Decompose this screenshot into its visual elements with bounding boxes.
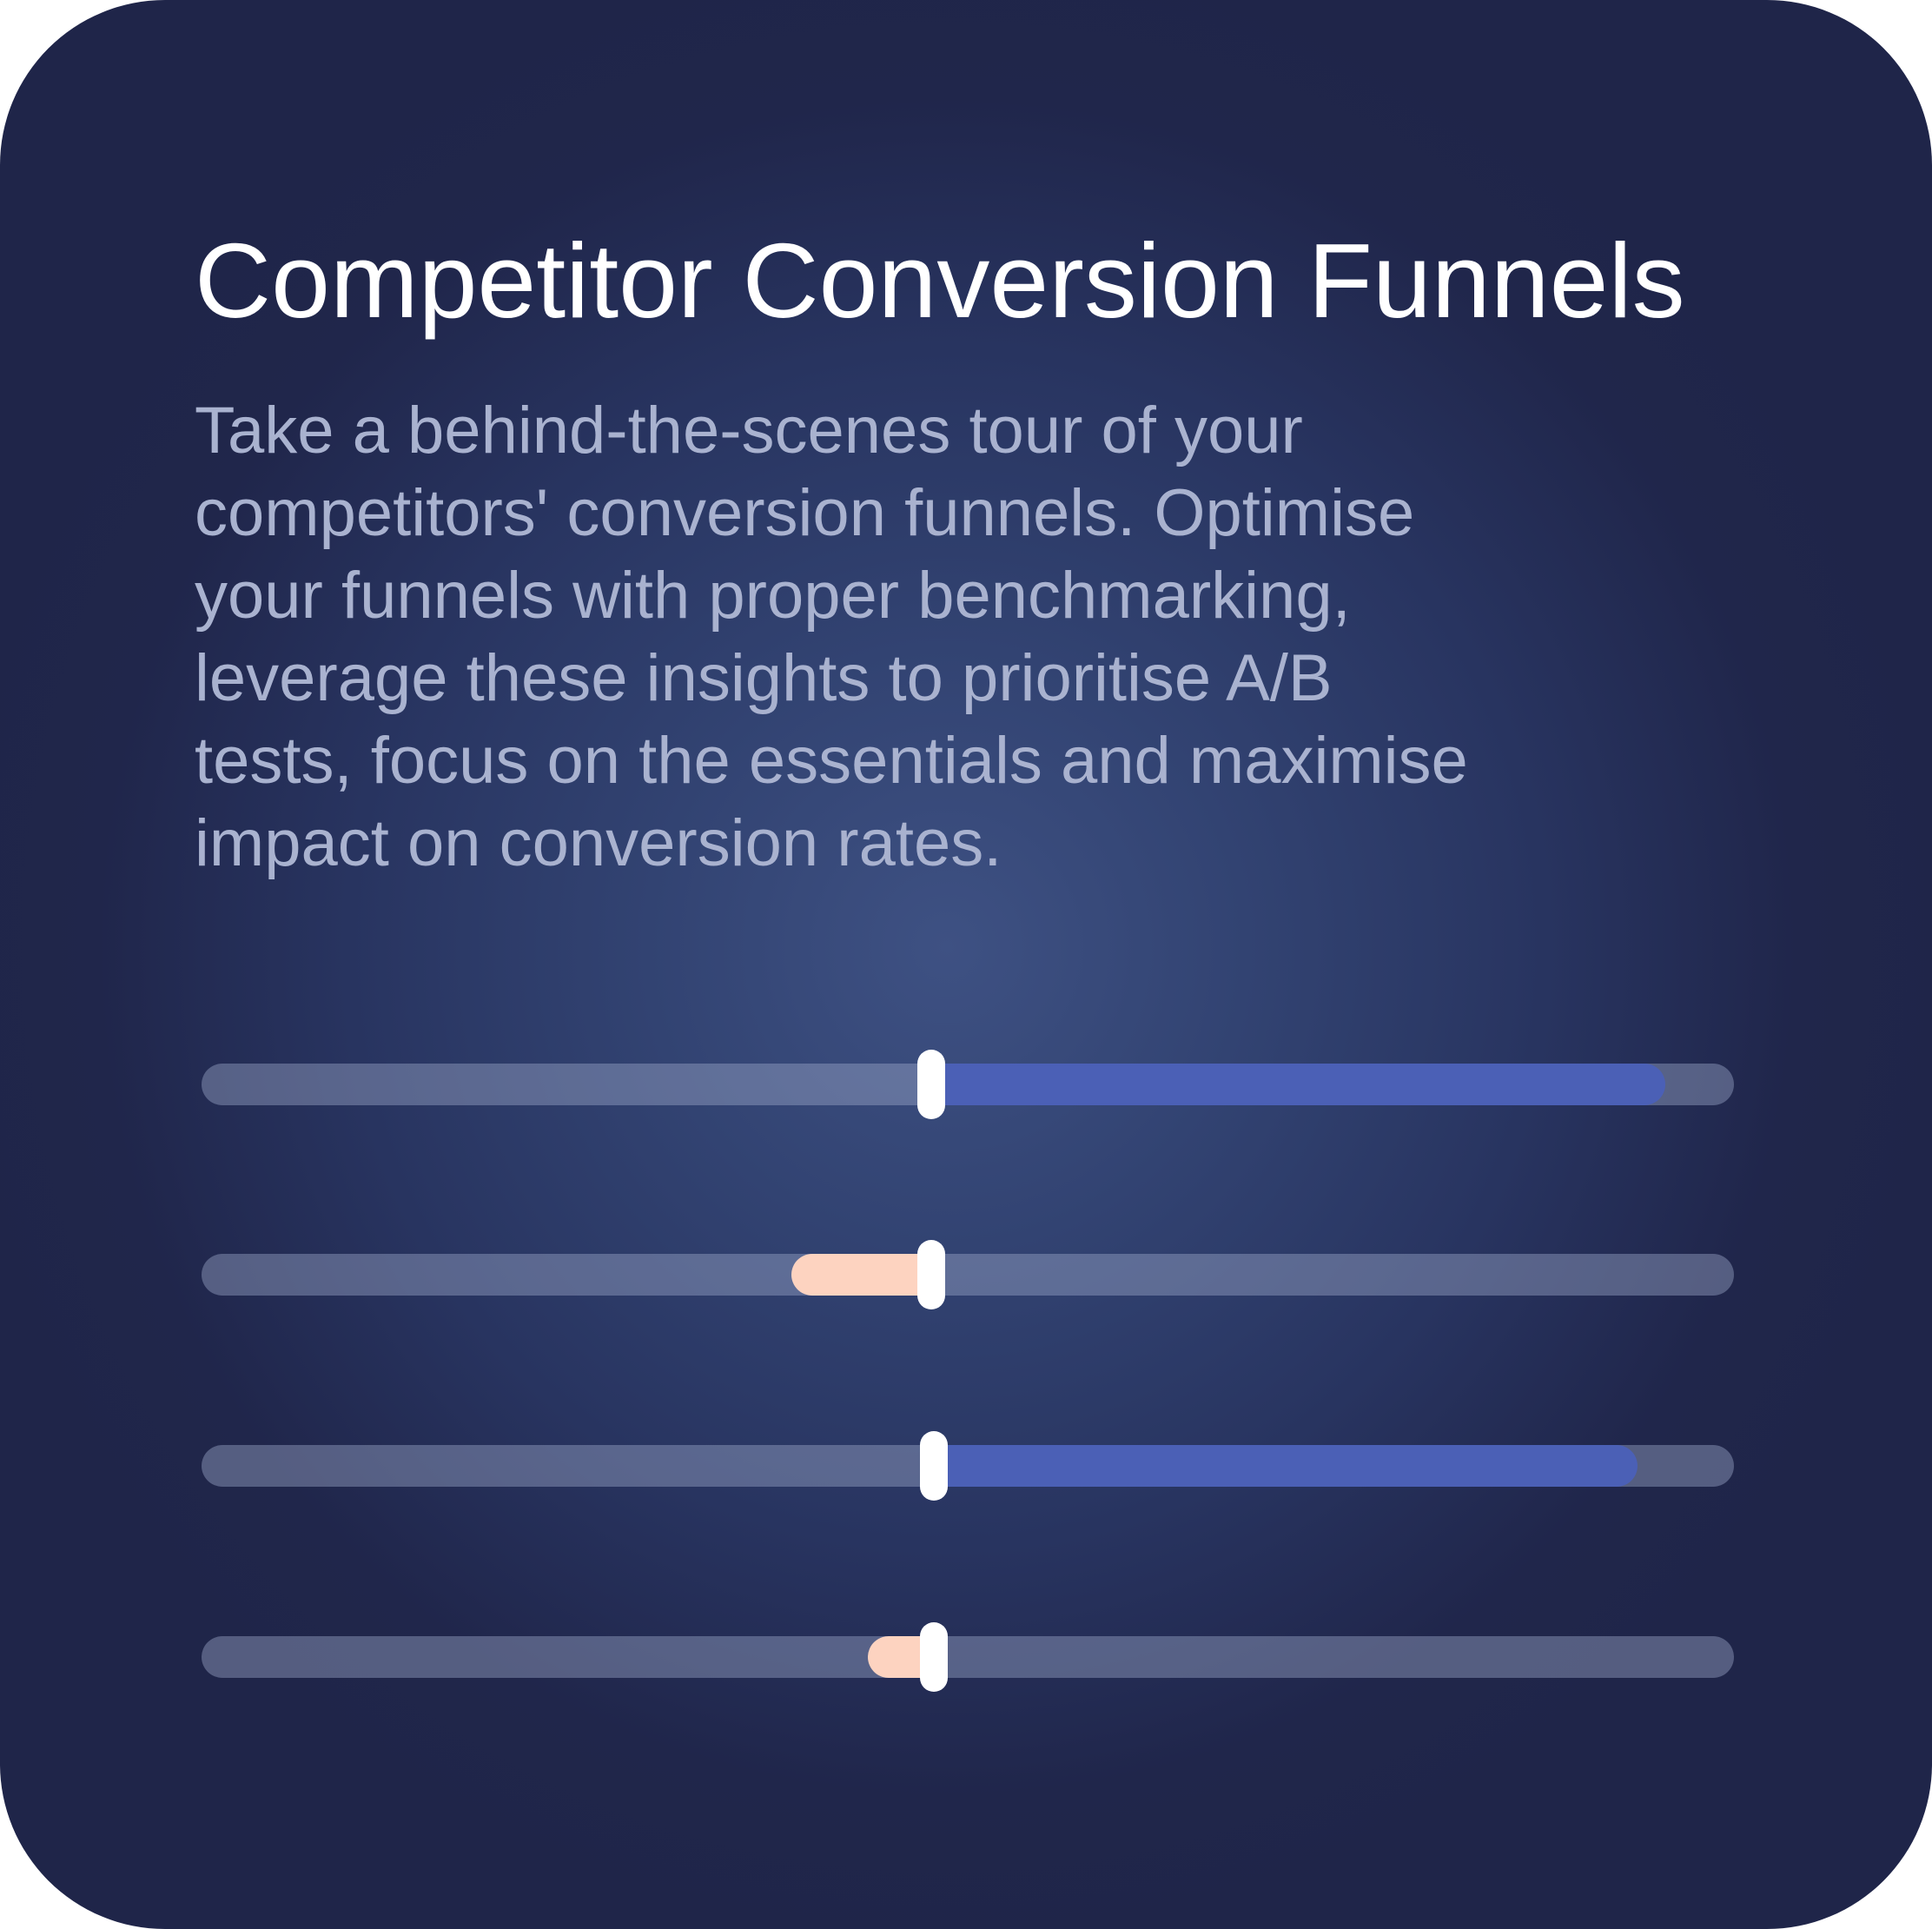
slider-thumb[interactable] [916, 1240, 945, 1309]
slider-fill [930, 1064, 1665, 1105]
description-line: Take a behind-the-scenes tour of your [195, 394, 1303, 467]
funnel-slider-3[interactable] [202, 1431, 1734, 1501]
funnel-card: Competitor Conversion Funnels Take a beh… [0, 0, 1932, 1929]
description-line: your funnels with proper benchmarking, [195, 559, 1351, 633]
card-title: Competitor Conversion Funnels [195, 222, 1685, 340]
funnel-slider-1[interactable] [202, 1050, 1734, 1119]
description-line: impact on conversion rates. [195, 806, 1002, 880]
slider-fill [934, 1445, 1638, 1487]
card-description: Take a behind-the-scenes tour of your co… [195, 389, 1724, 885]
description-line: leverage these insights to prioritise A/… [195, 641, 1333, 715]
slider-thumb[interactable] [920, 1431, 949, 1501]
slider-thumb[interactable] [920, 1622, 949, 1692]
description-line: competitors' conversion funnels. Optimis… [195, 476, 1415, 550]
description-line: tests, focus on the essentials and maxim… [195, 724, 1468, 798]
slider-thumb[interactable] [916, 1050, 945, 1119]
funnel-slider-2[interactable] [202, 1240, 1734, 1309]
slider-track[interactable] [202, 1636, 1734, 1678]
slider-fill [791, 1254, 931, 1296]
funnel-slider-4[interactable] [202, 1622, 1734, 1692]
slider-track[interactable] [202, 1254, 1734, 1296]
